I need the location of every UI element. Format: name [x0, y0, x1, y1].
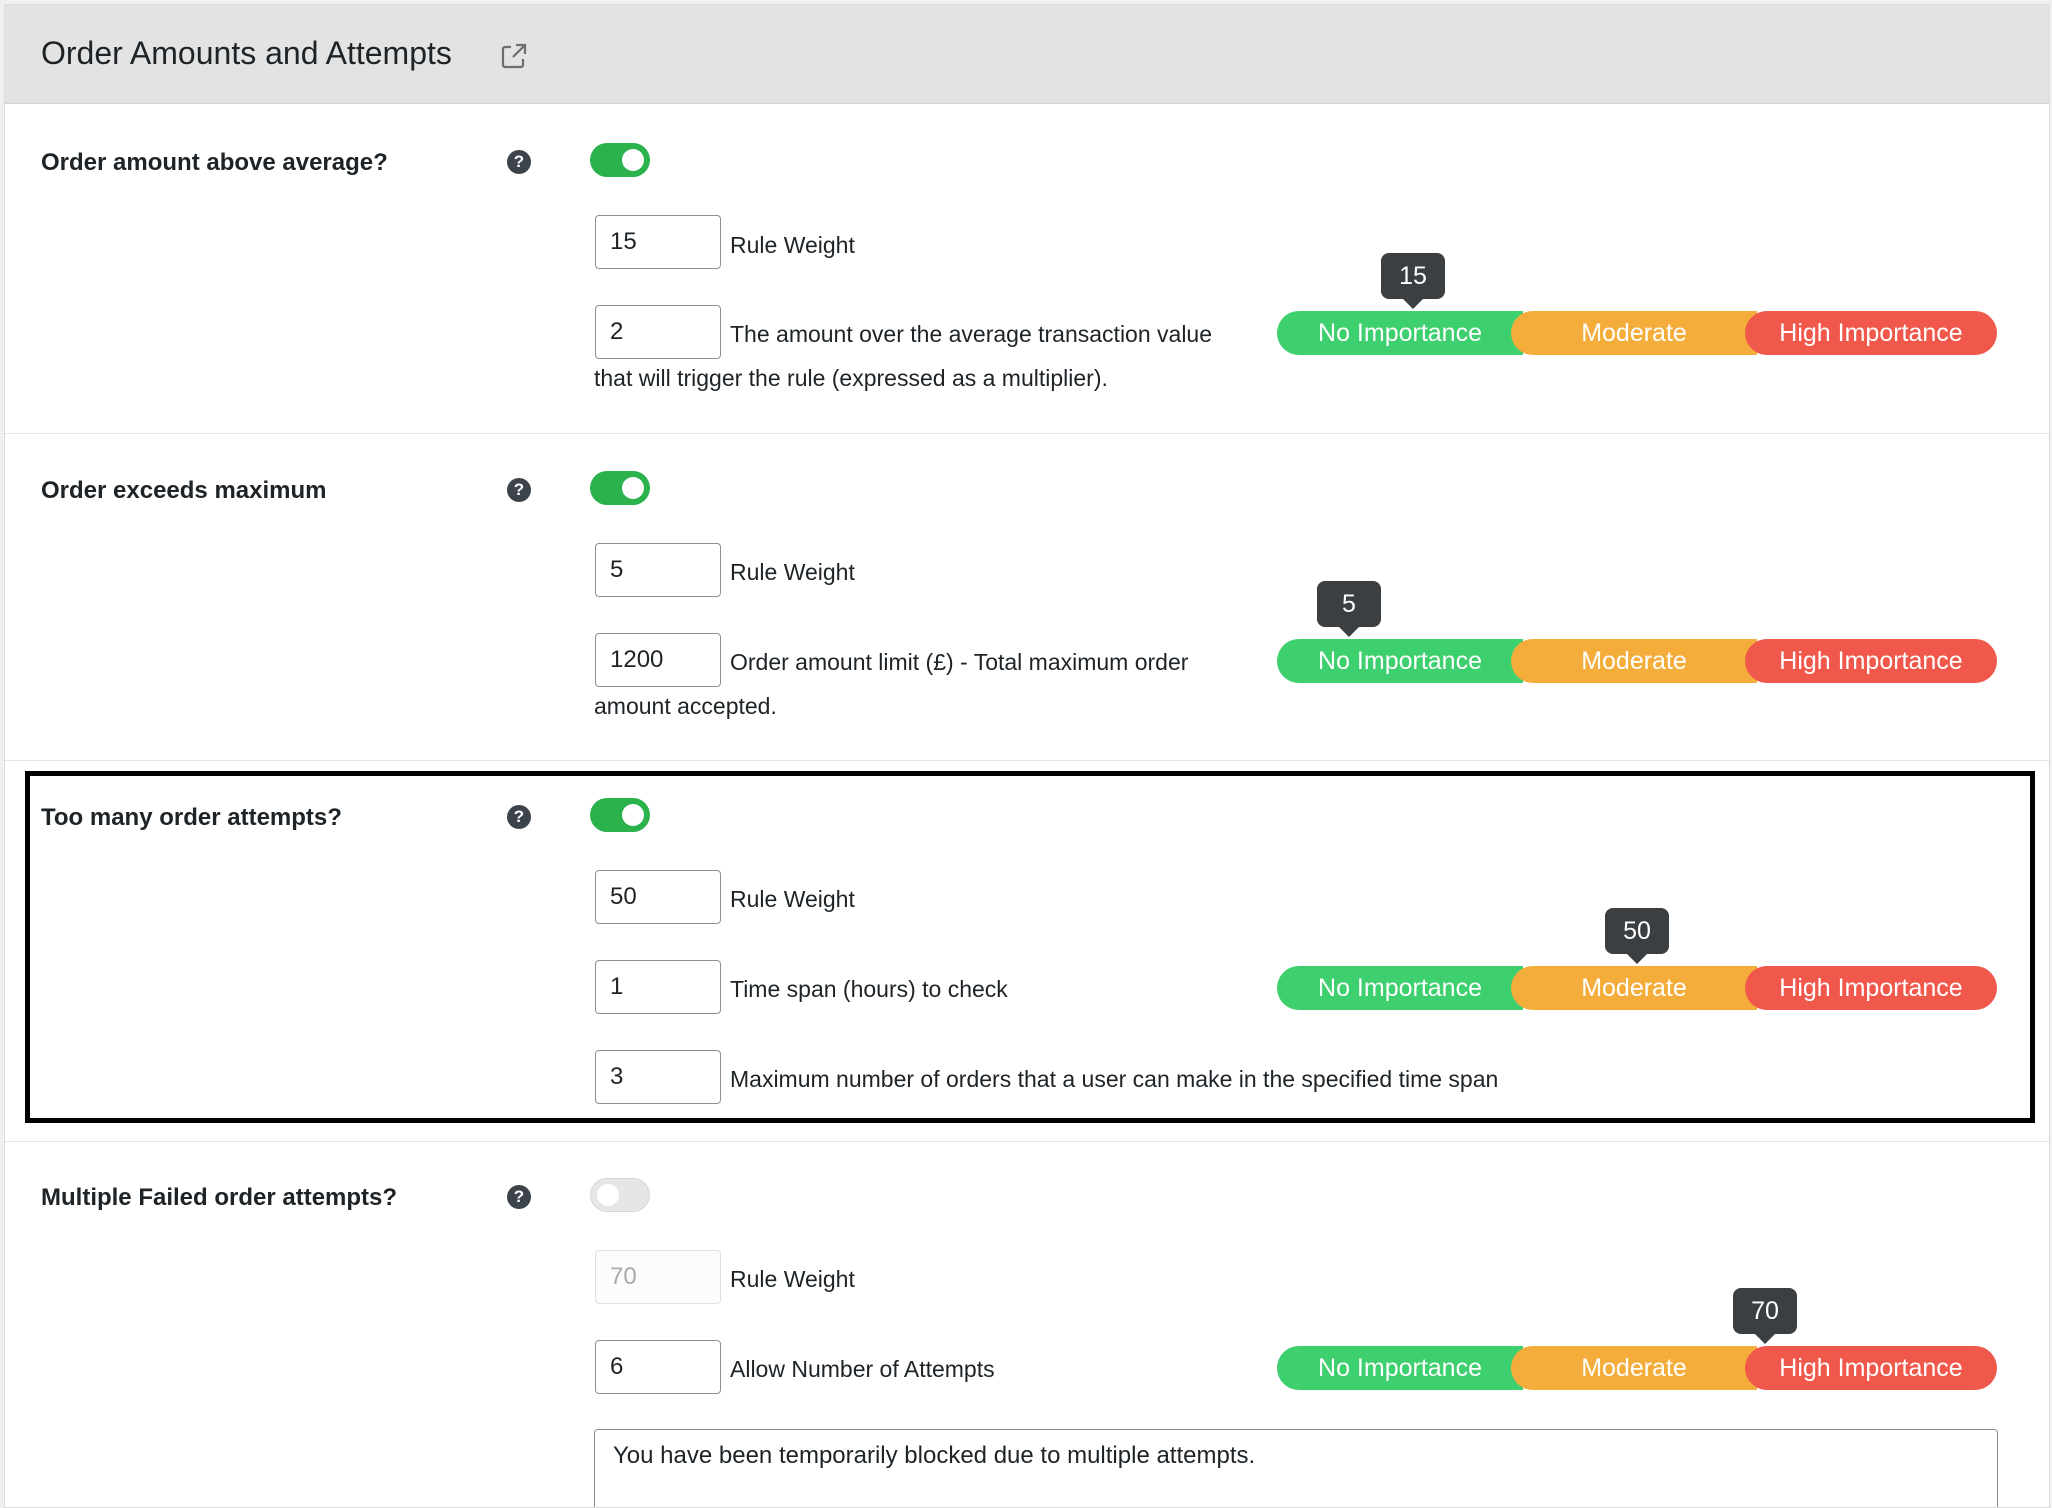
- rule-weight-input[interactable]: [595, 215, 721, 269]
- rule-weight-input[interactable]: [595, 543, 721, 597]
- allowed-attempts-label: Allow Number of Attempts: [730, 1356, 995, 1382]
- rule-label: Order amount above average?: [41, 149, 388, 176]
- rule-toggle[interactable]: [590, 143, 650, 177]
- help-icon[interactable]: ?: [507, 150, 531, 174]
- rule-order-above-average: Order amount above average? ? Rule Weigh…: [5, 104, 2049, 434]
- order-limit-input[interactable]: [595, 633, 721, 687]
- rule-weight-label: Rule Weight: [730, 559, 855, 585]
- rule-label: Multiple Failed order attempts?: [41, 1184, 398, 1211]
- slider-value-bubble[interactable]: 70: [1733, 1288, 1797, 1344]
- rule-weight-input[interactable]: [595, 1250, 721, 1304]
- rule-weight-label: Rule Weight: [730, 232, 855, 258]
- segment-no-importance: No Importance: [1277, 1346, 1523, 1390]
- rule-weight-label: Rule Weight: [730, 1266, 855, 1292]
- segment-moderate: Moderate: [1511, 1346, 1757, 1390]
- section-header: Order Amounts and Attempts: [5, 5, 2049, 104]
- segment-no-importance: No Importance: [1277, 639, 1523, 683]
- toggle-knob: [597, 1184, 619, 1206]
- rule-label: Order exceeds maximum: [41, 477, 327, 504]
- average-multiplier-label-cont: that will trigger the rule (expressed as…: [594, 365, 1108, 391]
- external-link-icon[interactable]: [499, 41, 529, 71]
- segment-moderate: Moderate: [1511, 311, 1757, 355]
- blocked-message-textarea[interactable]: You have been temporarily blocked due to…: [594, 1429, 1998, 1507]
- slider-value-bubble[interactable]: 15: [1381, 253, 1445, 309]
- importance-slider[interactable]: No Importance Moderate High Importance: [1277, 311, 1997, 355]
- help-icon[interactable]: ?: [507, 1185, 531, 1209]
- toggle-knob: [622, 149, 644, 171]
- toggle-knob: [622, 477, 644, 499]
- segment-no-importance: No Importance: [1277, 311, 1523, 355]
- order-limit-label: Order amount limit (£) - Total maximum o…: [730, 649, 1189, 675]
- help-icon[interactable]: ?: [507, 478, 531, 502]
- rule-toggle[interactable]: [590, 471, 650, 505]
- slider-value-bubble[interactable]: 5: [1317, 581, 1381, 637]
- segment-high-importance: High Importance: [1745, 639, 1997, 683]
- settings-panel: Order Amounts and Attempts Order amount …: [4, 4, 2050, 1508]
- rule-order-exceeds-maximum: Order exceeds maximum ? Rule Weight Orde…: [5, 433, 2049, 761]
- rule-toggle[interactable]: [590, 1178, 650, 1212]
- segment-high-importance: High Importance: [1745, 311, 1997, 355]
- importance-slider[interactable]: No Importance Moderate High Importance: [1277, 639, 1997, 683]
- average-multiplier-label: The amount over the average transaction …: [730, 321, 1213, 347]
- segment-moderate: Moderate: [1511, 639, 1757, 683]
- allowed-attempts-input[interactable]: [595, 1340, 721, 1394]
- page-title: Order Amounts and Attempts: [41, 35, 452, 71]
- average-multiplier-input[interactable]: [595, 305, 721, 359]
- order-limit-label-cont: amount accepted.: [594, 693, 777, 719]
- importance-slider[interactable]: No Importance Moderate High Importance: [1277, 1346, 1997, 1390]
- segment-high-importance: High Importance: [1745, 1346, 1997, 1390]
- highlight-box: [25, 771, 2035, 1123]
